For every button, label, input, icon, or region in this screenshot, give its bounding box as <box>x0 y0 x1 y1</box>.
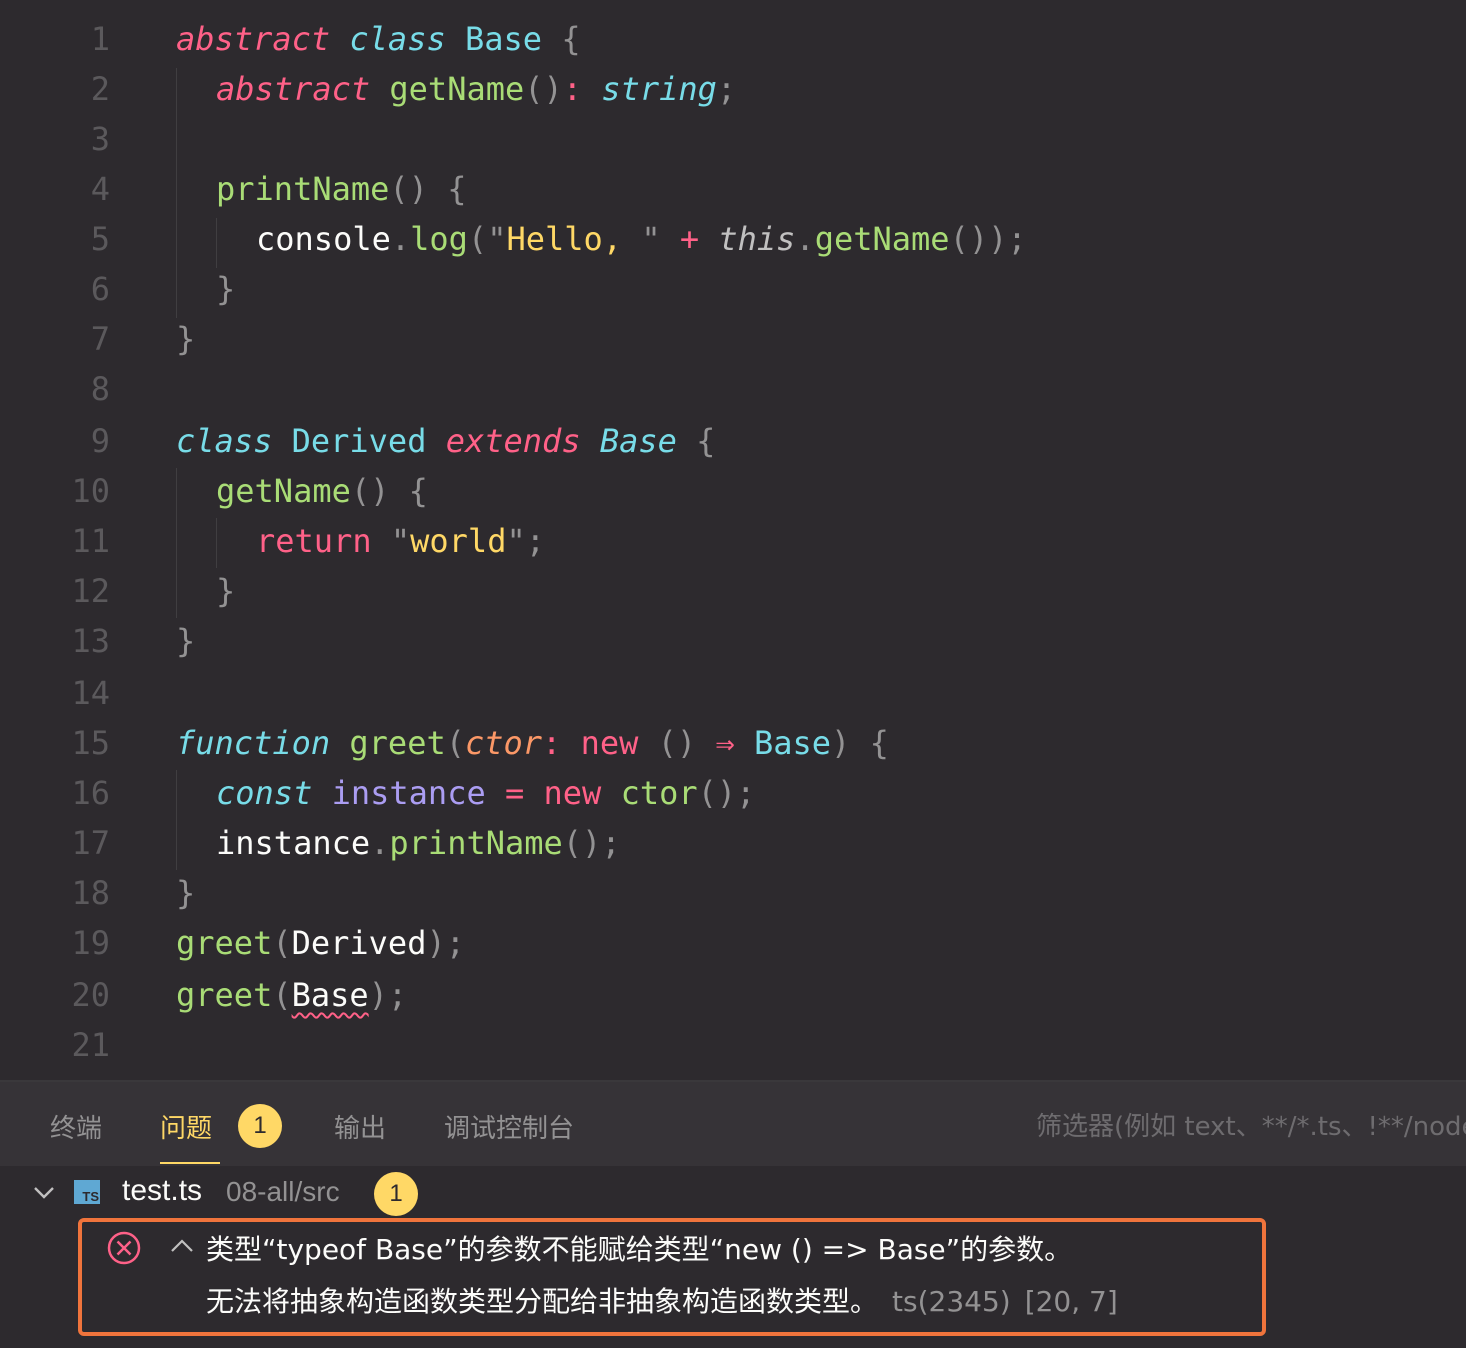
line-number: 17 <box>71 824 110 862</box>
line-number: 7 <box>90 320 110 358</box>
problems-count-badge: 1 <box>238 1104 282 1148</box>
code-text: } <box>176 622 196 660</box>
panel-tab-bar: 终端 问题 1 输出 调试控制台 筛选器(例如 text、**/*.ts、!**… <box>0 1082 1466 1166</box>
line-number: 20 <box>71 976 110 1014</box>
code-text: } <box>176 874 196 912</box>
code-line: 15 function greet(ctor: new () ⇒ Base) { <box>0 718 1466 768</box>
line-number: 11 <box>71 522 110 560</box>
code-line: 10 getName() { <box>0 466 1466 516</box>
code-text: } <box>216 270 236 308</box>
file-path: 08-all/src <box>226 1176 340 1207</box>
code-line: 19 greet(Derived); <box>0 918 1466 968</box>
code-editor[interactable]: 1 abstract class Base { 2 abstract getNa… <box>0 0 1466 1080</box>
tab-output[interactable]: 输出 <box>334 1108 386 1162</box>
code-line: 16 const instance = new ctor(); <box>0 768 1466 818</box>
error-entry[interactable]: 类型“typeof Base”的参数不能赋给类型“new () => Base”… <box>78 1218 1266 1336</box>
error-detail-text: 无法将抽象构造函数类型分配给非抽象构造函数类型。 <box>206 1285 879 1318</box>
filter-input[interactable]: 筛选器(例如 text、**/*.ts、!**/node_modules/**) <box>1036 1106 1466 1143</box>
code-line: 12 } <box>0 566 1466 616</box>
file-problem-count-badge: 1 <box>374 1172 418 1216</box>
tab-terminal[interactable]: 终端 <box>50 1108 102 1162</box>
code-line: 2 abstract getName(): string; <box>0 64 1466 114</box>
line-number: 8 <box>90 370 110 408</box>
tab-debug-console[interactable]: 调试控制台 <box>444 1108 574 1162</box>
error-code: ts(2345) <box>892 1285 1011 1318</box>
code-line: 18 } <box>0 868 1466 918</box>
line-number: 5 <box>90 220 110 258</box>
line-number: 10 <box>71 472 110 510</box>
line-number: 6 <box>90 270 110 308</box>
code-text: } <box>216 572 236 610</box>
code-line: 9 class Derived extends Base { <box>0 416 1466 466</box>
error-detail: 无法将抽象构造函数类型分配给非抽象构造函数类型。 ts(2345) [20, 7] <box>206 1280 1118 1320</box>
line-number: 18 <box>71 874 110 912</box>
chevron-up-icon[interactable] <box>170 1236 194 1261</box>
typescript-file-icon: TS <box>74 1180 100 1204</box>
code-line: 13 } <box>0 616 1466 666</box>
code-text: function greet(ctor: new () ⇒ Base) { <box>176 724 889 762</box>
line-number: 15 <box>71 724 110 762</box>
code-line: 6 } <box>0 264 1466 314</box>
line-number: 12 <box>71 572 110 610</box>
error-squiggle: Base <box>291 976 369 1014</box>
code-text: return "world"; <box>256 522 545 560</box>
code-line: 14 <box>0 668 1466 718</box>
code-text: getName() { <box>216 472 428 510</box>
code-text: greet(Derived); <box>176 924 465 962</box>
code-text: } <box>176 320 196 358</box>
bottom-panel: 终端 问题 1 输出 调试控制台 筛选器(例如 text、**/*.ts、!**… <box>0 1080 1466 1348</box>
line-number: 13 <box>71 622 110 660</box>
code-text: abstract class Base { <box>176 20 581 58</box>
code-line: 5 console.log("Hello, " + this.getName()… <box>0 214 1466 264</box>
error-message: 类型“typeof Base”的参数不能赋给类型“new () => Base”… <box>206 1233 1073 1266</box>
chevron-down-icon[interactable] <box>32 1180 56 1209</box>
code-line: 4 printName() { <box>0 164 1466 214</box>
error-position: [20, 7] <box>1024 1285 1118 1318</box>
code-line: 21 <box>0 1020 1466 1070</box>
code-text: console.log("Hello, " + this.getName()); <box>256 220 1027 258</box>
line-number: 16 <box>71 774 110 812</box>
line-number: 3 <box>90 120 110 158</box>
error-circle-icon <box>106 1230 142 1271</box>
line-number: 21 <box>71 1026 110 1064</box>
tab-problems[interactable]: 问题 <box>160 1108 220 1164</box>
line-number: 14 <box>71 674 110 712</box>
code-text: greet(Base); <box>176 976 408 1014</box>
line-number: 1 <box>90 20 110 58</box>
line-number: 4 <box>90 170 110 208</box>
code-line: 17 instance.printName(); <box>0 818 1466 868</box>
code-text: const instance = new ctor(); <box>216 774 756 812</box>
code-text: printName() { <box>216 170 467 208</box>
code-line: 8 <box>0 364 1466 414</box>
code-line: 20 greet(Base); <box>0 970 1466 1020</box>
code-line: 7 } <box>0 314 1466 364</box>
code-text: instance.printName(); <box>216 824 621 862</box>
code-line: 3 <box>0 114 1466 164</box>
tab-problems-underline <box>160 1162 218 1164</box>
problem-file-row[interactable]: TS test.ts 08-all/src 1 <box>0 1166 1466 1220</box>
code-text: class Derived extends Base { <box>176 422 716 460</box>
line-number: 19 <box>71 924 110 962</box>
code-line: 1 abstract class Base { <box>0 14 1466 64</box>
file-name: test.ts <box>122 1174 203 1207</box>
code-line: 11 return "world"; <box>0 516 1466 566</box>
line-number: 2 <box>90 70 110 108</box>
code-text: abstract getName(): string; <box>216 70 737 108</box>
line-number: 9 <box>90 422 110 460</box>
